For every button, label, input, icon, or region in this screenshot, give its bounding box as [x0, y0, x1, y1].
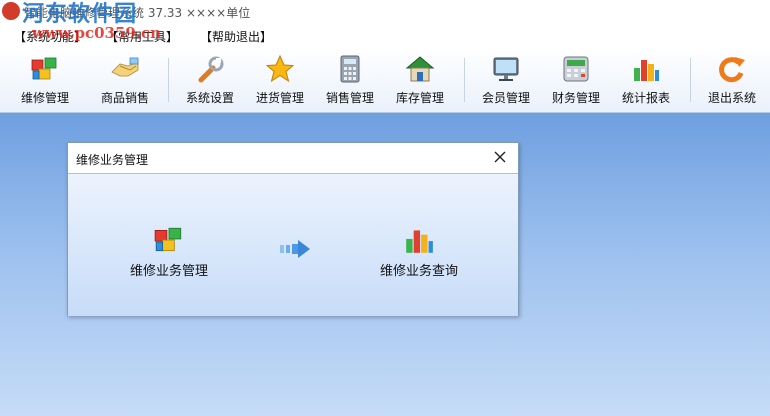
toolbar-exit-system[interactable]: 退出系统	[697, 46, 767, 112]
toolbar-label: 维修管理	[20, 91, 69, 105]
repair-business-query-button[interactable]: 维修业务查询	[354, 224, 484, 284]
repair-cubes-icon	[31, 57, 57, 80]
watermark-url: www.pc0359.cn	[32, 24, 162, 42]
toolbar-inventory-management[interactable]: 库存管理	[385, 46, 455, 112]
toolbar-label: 会员管理	[481, 91, 530, 105]
cash-register-icon	[563, 56, 589, 82]
toolbar-label: 进货管理	[255, 91, 304, 105]
toolbar-purchase-management[interactable]: 进货管理	[245, 46, 315, 112]
dialog-body: 维修业务管理 维修业务查询	[68, 173, 518, 316]
action-label: 维修业务管理	[129, 264, 208, 279]
toolbar-label: 销售管理	[325, 91, 374, 105]
toolbar-finance-management[interactable]: 财务管理	[541, 46, 611, 112]
calculator-icon	[340, 55, 360, 83]
watermark: 河东软件园 www.pc0359.cn	[22, 2, 161, 42]
monitor-icon	[493, 57, 519, 81]
action-label: 维修业务查询	[379, 264, 458, 279]
toolbar-label: 商品销售	[100, 91, 149, 105]
bar-chart-icon	[406, 230, 433, 253]
toolbar-sales-management[interactable]: 销售管理	[315, 46, 385, 112]
refresh-exit-icon	[719, 57, 745, 83]
arrow-right-icon	[280, 240, 310, 258]
close-icon[interactable]	[490, 147, 510, 167]
toolbar-label: 库存管理	[395, 91, 444, 105]
toolbar-member-management[interactable]: 会员管理	[471, 46, 541, 112]
toolbar-separator	[168, 58, 169, 102]
toolbar-repair-management[interactable]: 维修管理	[10, 46, 80, 112]
handshake-icon	[111, 57, 139, 77]
menu-help-exit[interactable]: 【帮助退出】	[200, 28, 272, 45]
toolbar-label: 系统设置	[185, 91, 234, 105]
house-icon	[405, 56, 435, 82]
dialog-title: 维修业务管理	[76, 153, 149, 167]
app-icon	[2, 2, 20, 20]
toolbar-separator	[464, 58, 465, 102]
watermark-title: 河东软件园	[22, 1, 138, 27]
toolbar-statistics-reports[interactable]: 统计报表	[611, 46, 681, 112]
toolbar-product-sales[interactable]: 商品销售	[90, 46, 160, 112]
wrench-icon	[198, 56, 224, 83]
toolbar-separator	[690, 58, 691, 102]
repair-business-management-button[interactable]: 维修业务管理	[104, 224, 234, 284]
toolbar-label: 退出系统	[707, 91, 756, 105]
toolbar-system-settings[interactable]: 系统设置	[175, 46, 245, 112]
toolbar-label: 统计报表	[621, 91, 670, 105]
star-icon	[265, 54, 295, 83]
toolbar-label: 财务管理	[551, 91, 600, 105]
repair-cubes-icon	[154, 227, 182, 252]
main-toolbar: 维修管理 商品销售 系统设置 进货管理 销售管理 库存管理 会员管理 财务管理 …	[0, 46, 770, 113]
repair-business-dialog: 维修业务管理 维修业务管理 维修业务查询	[67, 142, 519, 316]
bar-chart-icon	[634, 60, 659, 81]
